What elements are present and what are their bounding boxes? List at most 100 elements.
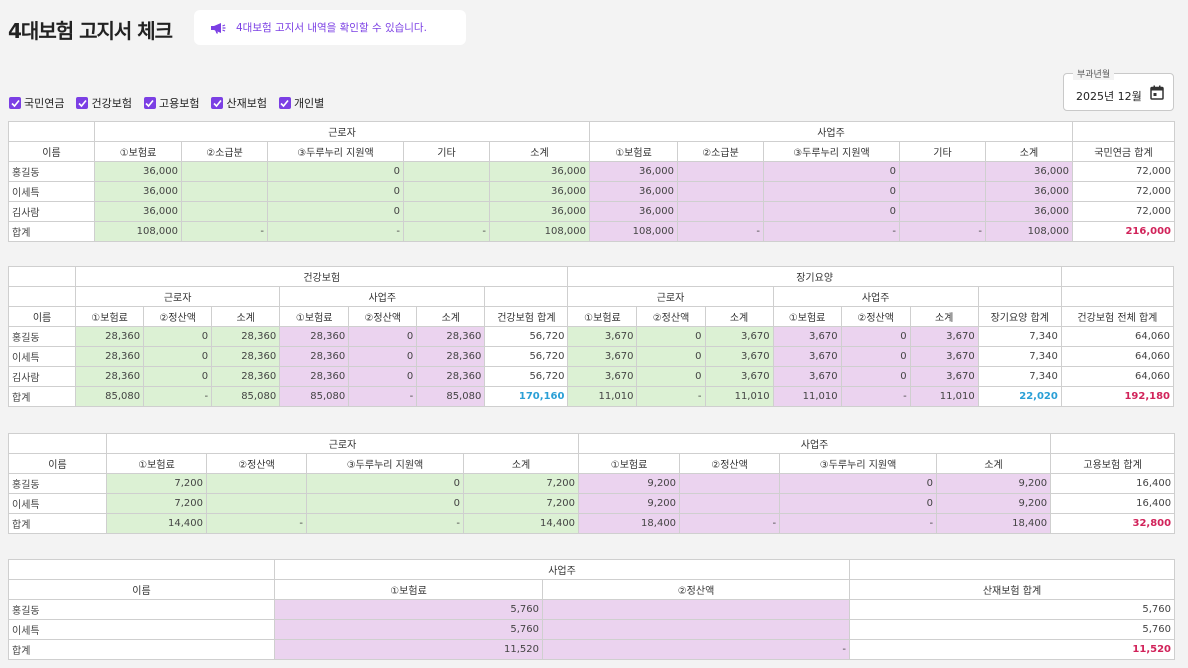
table-cell: 0 bbox=[840, 366, 911, 387]
table-cell bbox=[899, 201, 986, 222]
table-row: 이세특 36,000 0 36,000 36,000 0 36,000 72,000 bbox=[8, 181, 1175, 202]
group-header-employer: 사업주 bbox=[578, 433, 1052, 454]
column-header: ①보험료 bbox=[279, 306, 350, 327]
table-cell: 170,160 bbox=[484, 386, 569, 407]
table-cell bbox=[181, 201, 268, 222]
table-cell: 3,670 bbox=[704, 366, 774, 387]
calendar-icon[interactable] bbox=[1150, 85, 1164, 100]
notice-banner: 4대보험 고지서 내역을 확인할 수 있습니다. bbox=[194, 10, 466, 45]
table-total-row: 합계 108,000- - -108,000 108,000- - -108,000 216,… bbox=[8, 221, 1175, 242]
checkbox-checked-icon[interactable] bbox=[143, 97, 156, 109]
table-cell bbox=[677, 201, 764, 222]
table-cell: 0 bbox=[348, 326, 418, 347]
table-cell: 0 bbox=[306, 473, 464, 494]
checkbox-checked-icon[interactable] bbox=[9, 97, 21, 109]
megaphone-icon bbox=[211, 22, 226, 33]
table-body: 홍길동 36,000 0 36,000 36,000 0 36,000 72,000 이세특 36… bbox=[8, 161, 1175, 242]
header-blank bbox=[849, 559, 1176, 580]
checkbox-checked-icon[interactable] bbox=[76, 97, 89, 109]
table-cell: 36,000 bbox=[94, 181, 182, 202]
table-cell bbox=[541, 619, 851, 640]
header-blank bbox=[8, 433, 107, 454]
column-header: ②소급분 bbox=[677, 141, 764, 162]
column-header: ③두루누리 지원액 bbox=[306, 453, 464, 474]
filter-accident[interactable]: 산재보험 bbox=[211, 95, 267, 111]
header-blank bbox=[7, 266, 77, 287]
table-cell: 3,670 bbox=[772, 326, 842, 347]
table-row: 김사람 36,000 0 36,000 36,000 0 36,000 72,000 bbox=[8, 201, 1175, 222]
column-header: ②정산액 bbox=[206, 453, 307, 474]
column-header: ③두루누리 지원액 bbox=[763, 141, 900, 162]
group-header-employer: 사업주 bbox=[273, 559, 851, 580]
header-blank bbox=[1060, 286, 1175, 307]
table-cell: - bbox=[403, 221, 490, 242]
header-blank bbox=[7, 286, 77, 307]
table-cell: 64,060 bbox=[1060, 326, 1175, 347]
table-cell: 0 bbox=[267, 161, 404, 182]
table-cell bbox=[206, 493, 307, 514]
header-blank bbox=[1050, 433, 1176, 454]
row-name-cell: 합계 bbox=[8, 639, 275, 660]
table-cell: 28,360 bbox=[211, 346, 281, 367]
table-body: 홍길동 7,200 0 7,200 9,200 0 9,200 16,400 이세특 7,200 0… bbox=[8, 473, 1176, 534]
table-cell: - bbox=[636, 386, 706, 407]
table-row: 이세특 7,200 0 7,200 9,200 0 9,200 16,400 bbox=[8, 493, 1176, 514]
table-cell: 28,360 bbox=[279, 366, 350, 387]
row-name-cell: 홍길동 bbox=[7, 326, 77, 347]
row-name-cell: 홍길동 bbox=[8, 161, 95, 182]
table-cell: 85,080 bbox=[416, 386, 486, 407]
column-header: ①보험료 bbox=[567, 306, 638, 327]
table-cell: 108,000 bbox=[985, 221, 1073, 242]
table-cell: 16,400 bbox=[1050, 473, 1176, 494]
sub-header-employer: 사업주 bbox=[772, 286, 979, 307]
notice-text: 4대보험 고지서 내역을 확인할 수 있습니다. bbox=[236, 22, 427, 34]
table-cell: 3,670 bbox=[772, 346, 842, 367]
table-cell: 36,000 bbox=[589, 201, 678, 222]
table-cell: 3,670 bbox=[909, 346, 979, 367]
column-header: 소계 bbox=[462, 453, 580, 474]
table-cell: 36,000 bbox=[94, 201, 182, 222]
row-name-cell: 이세특 bbox=[8, 619, 275, 640]
filter-employment[interactable]: 고용보험 bbox=[143, 95, 199, 111]
employment-table: 근로자 사업주 이름 ①보험료 ②정산액 ③두루누리 지원액 소계 ①보험료 ②… bbox=[8, 433, 1176, 534]
table-cell: 5,760 bbox=[849, 619, 1176, 640]
table-cell: 3,670 bbox=[567, 326, 638, 347]
table-cell: 0 bbox=[636, 326, 706, 347]
column-header: 소계 bbox=[211, 306, 281, 327]
checkbox-checked-icon[interactable] bbox=[278, 97, 291, 109]
filter-individual[interactable]: 개인별 bbox=[278, 95, 325, 111]
filter-pension[interactable]: 국민연금 bbox=[9, 95, 64, 111]
column-header: ①보험료 bbox=[94, 141, 182, 162]
table-cell: - bbox=[143, 386, 213, 407]
table-cell: 3,670 bbox=[772, 366, 842, 387]
header-blank bbox=[8, 121, 95, 142]
filter-label: 국민연금 bbox=[24, 97, 65, 110]
table-cell bbox=[677, 161, 764, 182]
table-cell: 192,180 bbox=[1060, 386, 1175, 407]
column-header: ②정산액 bbox=[679, 453, 781, 474]
table-cell bbox=[899, 161, 986, 182]
header-blank bbox=[977, 286, 1062, 307]
column-header-row: 이름 ①보험료 ②정산액 산재보험 합계 bbox=[8, 579, 1176, 600]
table-cell bbox=[899, 181, 986, 202]
table-cell: 0 bbox=[348, 346, 418, 367]
checkbox-checked-icon[interactable] bbox=[211, 97, 224, 109]
filter-label: 개인별 bbox=[293, 97, 325, 110]
table-cell: 85,080 bbox=[211, 386, 281, 407]
column-header: 소계 bbox=[985, 141, 1073, 162]
table-cell: 36,000 bbox=[589, 161, 678, 182]
period-value: 2025년 12월 bbox=[1076, 90, 1142, 103]
period-picker[interactable]: 부과년월 2025년 12월 bbox=[1063, 67, 1174, 111]
column-header: ①보험료 bbox=[578, 453, 681, 474]
table-cell: 0 bbox=[306, 493, 464, 514]
header-blank bbox=[484, 286, 569, 307]
column-header: ①보험료 bbox=[274, 579, 543, 600]
table-cell: 36,000 bbox=[589, 181, 678, 202]
column-header: ③두루누리 지원액 bbox=[267, 141, 404, 162]
column-header: 건강보험 합계 bbox=[484, 306, 569, 327]
table-cell: - bbox=[763, 221, 900, 242]
period-label: 부과년월 bbox=[1073, 67, 1115, 80]
filter-health[interactable]: 건강보험 bbox=[76, 95, 132, 111]
column-header: 소계 bbox=[936, 453, 1052, 474]
table-cell: 3,670 bbox=[704, 346, 774, 367]
